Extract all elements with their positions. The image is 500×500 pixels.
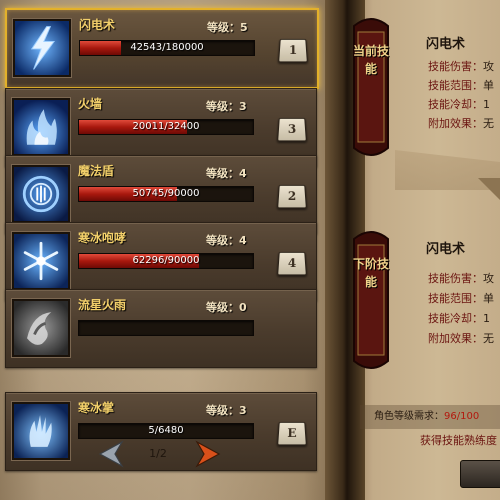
current-skill-banner: 当前技能	[350, 12, 392, 162]
gain-proficiency-text: 获得技能熟练度	[420, 434, 497, 447]
level-requirement-value: 96/100	[444, 411, 480, 422]
level-requirement: 角色等级需求：96/100	[360, 405, 500, 429]
skill-proficiency-bar	[78, 320, 254, 336]
firewall-skill-icon	[12, 98, 70, 156]
skill-proficiency-bar: 62296/90000	[78, 253, 254, 269]
ice-roar-skill-icon	[12, 232, 70, 290]
skill-name: 流星火雨	[78, 298, 127, 312]
current-effect-label: 附加效果：	[428, 117, 483, 130]
next-cooldown-value: 1	[483, 312, 490, 325]
proficiency-text: 20011/32400	[132, 121, 200, 132]
hotkey-button[interactable]: 2	[277, 184, 307, 209]
proficiency-text: 42543/180000	[130, 42, 204, 53]
next-cooldown-label: 技能冷却：	[428, 312, 483, 325]
skill-proficiency-bar: 42543/180000	[79, 40, 255, 56]
skill-level: 等级：5	[207, 21, 248, 34]
skill-name: 闪电术	[79, 18, 116, 32]
next-cooldown-line: 技能冷却：1	[428, 310, 490, 326]
magic-shield-skill-icon	[12, 165, 70, 223]
lightning-skill-icon	[13, 19, 71, 77]
next-page-arrow-icon[interactable]	[195, 440, 221, 468]
next-range-value: 单	[483, 292, 494, 305]
current-cooldown-label: 技能冷却：	[428, 98, 483, 111]
current-damage-label: 技能伤害：	[428, 60, 483, 73]
learn-skill-button[interactable]	[460, 460, 500, 488]
skill-level: 等级：0	[206, 301, 247, 314]
skill-level: 等级：3	[206, 100, 247, 113]
proficiency-text: 50745/90000	[132, 188, 200, 199]
skill-level: 等级：4	[206, 167, 247, 180]
hotkey-button[interactable]: 3	[277, 117, 307, 142]
skill-proficiency-bar: 5/6480	[78, 423, 254, 439]
next-damage-value: 攻	[483, 272, 494, 285]
skill-name: 寒冰咆哮	[78, 231, 127, 245]
current-effect-value: 无	[483, 117, 494, 130]
current-damage-value: 攻	[483, 60, 494, 73]
skill-name: 寒冰掌	[78, 401, 115, 415]
skill-name: 魔法盾	[78, 164, 115, 178]
proficiency-text	[79, 321, 253, 335]
skill-row-lightning[interactable]: 闪电术 等级：5 42543/180000 1	[5, 8, 319, 89]
page-indicator: 1/2	[149, 447, 167, 460]
proficiency-text: 5/6480	[148, 425, 184, 436]
skill-level: 等级：3	[206, 404, 247, 417]
skill-level: 等级：4	[206, 234, 247, 247]
skill-proficiency-bar: 50745/90000	[78, 186, 254, 202]
current-cooldown-value: 1	[483, 98, 490, 111]
next-effect-line: 附加效果：无	[428, 330, 494, 346]
skill-row-meteor-rain[interactable]: 流星火雨 等级：0	[5, 289, 317, 368]
current-skill-title: 闪电术	[426, 37, 466, 52]
hotkey-button[interactable]: E	[277, 421, 307, 446]
current-damage-line: 技能伤害：攻	[428, 58, 494, 74]
corner-ornament	[478, 178, 500, 202]
next-effect-label: 附加效果：	[428, 332, 483, 345]
next-skill-title: 闪电术	[426, 242, 466, 257]
level-requirement-label: 角色等级需求：	[374, 411, 444, 422]
next-damage-line: 技能伤害：攻	[428, 270, 494, 286]
next-range-line: 技能范围：单	[428, 290, 494, 306]
next-skill-banner-text: 下阶技能	[352, 257, 389, 289]
skill-proficiency-bar: 20011/32400	[78, 119, 254, 135]
hotkey-button[interactable]: 4	[277, 251, 307, 276]
current-range-value: 单	[483, 79, 494, 92]
next-range-label: 技能范围：	[428, 292, 483, 305]
meteor-rain-skill-icon	[12, 299, 70, 357]
proficiency-text: 62296/90000	[132, 255, 200, 266]
next-damage-label: 技能伤害：	[428, 272, 483, 285]
current-skill-banner-text: 当前技能	[352, 44, 389, 76]
current-range-label: 技能范围：	[428, 79, 483, 92]
current-effect-line: 附加效果：无	[428, 115, 494, 131]
current-range-line: 技能范围：单	[428, 77, 494, 93]
current-cooldown-line: 技能冷却：1	[428, 96, 490, 112]
next-skill-banner: 下阶技能	[350, 225, 392, 375]
next-effect-value: 无	[483, 332, 494, 345]
prev-page-arrow-icon[interactable]	[98, 440, 124, 468]
hotkey-button[interactable]: 1	[278, 38, 308, 63]
ice-palm-skill-icon	[12, 402, 70, 460]
skill-name: 火墙	[78, 97, 103, 111]
